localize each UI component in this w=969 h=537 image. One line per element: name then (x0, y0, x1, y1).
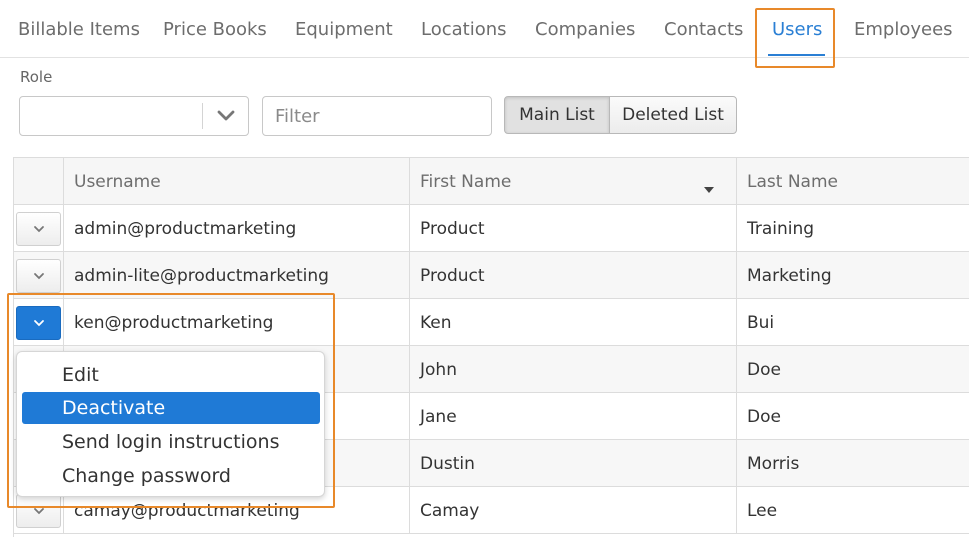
header-last-name[interactable]: Last Name (737, 158, 969, 205)
row-menu-button-active[interactable] (16, 306, 61, 340)
tab-bar: Billable Items Price Books Equipment Loc… (0, 0, 969, 58)
cell-last-name: Training (737, 205, 969, 252)
cell-last-name: Doe (737, 393, 969, 440)
row-context-menu: Edit Deactivate Send login instructions … (16, 351, 325, 497)
header-first-name-label: First Name (420, 171, 512, 192)
chevron-down-icon (33, 320, 44, 327)
cell-last-name: Lee (737, 487, 969, 534)
grid-header: Username First Name Last Name (14, 158, 969, 205)
cell-last-name: Doe (737, 346, 969, 393)
row-menu-button[interactable] (16, 494, 61, 528)
header-action-column (14, 158, 64, 205)
row-menu-button[interactable] (16, 259, 61, 293)
menu-item-edit[interactable]: Edit (22, 359, 320, 391)
tab-contacts[interactable]: Contacts (664, 0, 743, 58)
tab-billable-items[interactable]: Billable Items (18, 0, 140, 58)
role-label: Role (20, 68, 53, 86)
chevron-down-icon (33, 226, 44, 233)
tab-companies[interactable]: Companies (535, 0, 635, 58)
menu-item-send-login-instructions[interactable]: Send login instructions (22, 426, 320, 458)
row-action-cell (14, 205, 64, 252)
header-first-name[interactable]: First Name (410, 158, 737, 205)
chevron-down-icon (33, 508, 44, 515)
table-row: ken@productmarketing Ken Bui (14, 299, 969, 346)
filter-input[interactable] (262, 96, 492, 136)
row-action-cell (14, 299, 64, 346)
cell-first-name: Dustin (410, 440, 737, 487)
cell-username: admin@productmarketing (64, 205, 410, 252)
main-list-button[interactable]: Main List (504, 96, 610, 134)
header-last-name-label: Last Name (747, 171, 838, 192)
role-select[interactable] (19, 96, 249, 136)
cell-last-name: Morris (737, 440, 969, 487)
cell-username: admin-lite@productmarketing (64, 252, 410, 299)
cell-first-name: Jane (410, 393, 737, 440)
tab-locations[interactable]: Locations (421, 0, 507, 58)
cell-last-name: Bui (737, 299, 969, 346)
menu-item-change-password[interactable]: Change password (22, 460, 320, 492)
table-row: admin@productmarketing Product Training (14, 205, 969, 252)
cell-username: ken@productmarketing (64, 299, 410, 346)
cell-last-name: Marketing (737, 252, 969, 299)
active-tab-underline (768, 54, 825, 56)
header-username-label: Username (74, 171, 161, 192)
cell-first-name: Ken (410, 299, 737, 346)
deleted-list-button[interactable]: Deleted List (609, 96, 737, 134)
cell-first-name: John (410, 346, 737, 393)
chevron-down-icon[interactable] (203, 97, 249, 135)
row-action-cell (14, 252, 64, 299)
sort-down-icon (704, 178, 714, 198)
menu-item-deactivate[interactable]: Deactivate (22, 392, 320, 424)
tab-users[interactable]: Users (772, 0, 822, 58)
row-menu-button[interactable] (16, 212, 61, 246)
table-row: admin-lite@productmarketing Product Mark… (14, 252, 969, 299)
cell-first-name: Camay (410, 487, 737, 534)
tab-equipment[interactable]: Equipment (295, 0, 393, 58)
cell-first-name: Product (410, 205, 737, 252)
tab-price-books[interactable]: Price Books (163, 0, 267, 58)
cell-first-name: Product (410, 252, 737, 299)
header-username[interactable]: Username (64, 158, 410, 205)
tab-employees[interactable]: Employees (854, 0, 953, 58)
chevron-down-icon (33, 273, 44, 280)
